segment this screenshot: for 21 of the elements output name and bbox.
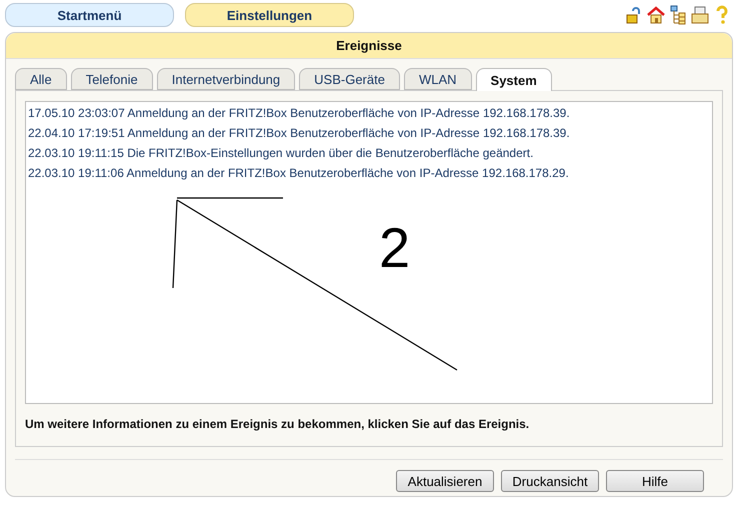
action-button[interactable]: Aktualisieren bbox=[396, 470, 494, 492]
tab[interactable]: System bbox=[476, 68, 552, 91]
event-entry[interactable]: 22.04.10 17:19:51 Anmeldung an der FRITZ!Box Benutzeroberfläche von IP-Adresse 192.168.178.39. bbox=[28, 123, 712, 143]
info-text: Um weitere Informationen zu einem Ereignis zu bekommen, klicken Sie auf das Ereignis. bbox=[25, 417, 530, 431]
printer-icon[interactable] bbox=[690, 5, 710, 25]
event-entry[interactable]: 22.03.10 19:11:06 Anmeldung an der FRITZ!Box Benutzeroberfläche von IP-Adresse 192.168.178.29. bbox=[28, 163, 712, 183]
tab[interactable]: WLAN bbox=[404, 68, 472, 90]
event-entry[interactable]: 17.05.10 23:03:07 Anmeldung an der FRITZ!Box Benutzeroberfläche von IP-Adresse 192.168.178.39. bbox=[28, 103, 712, 123]
home-icon[interactable] bbox=[646, 5, 666, 25]
event-entry[interactable]: 22.03.10 19:11:15 Die FRITZ!Box-Einstellungen wurden über die Benutzeroberfläche geändert. bbox=[28, 143, 712, 163]
tab[interactable]: Telefonie bbox=[70, 68, 153, 90]
tab[interactable]: USB-Geräte bbox=[299, 68, 400, 90]
nav-button[interactable]: Startmenü bbox=[5, 3, 174, 27]
tab[interactable]: Alle bbox=[15, 68, 67, 90]
action-button[interactable]: Hilfe bbox=[606, 470, 704, 492]
panel-title: Ereignisse bbox=[6, 33, 732, 59]
tab[interactable]: Internetverbindung bbox=[156, 68, 296, 90]
action-button[interactable]: Druckansicht bbox=[501, 470, 599, 492]
annotation-number: 2 bbox=[379, 220, 410, 276]
tree-icon[interactable] bbox=[668, 5, 688, 25]
nav-button[interactable]: Einstellungen bbox=[185, 3, 354, 27]
